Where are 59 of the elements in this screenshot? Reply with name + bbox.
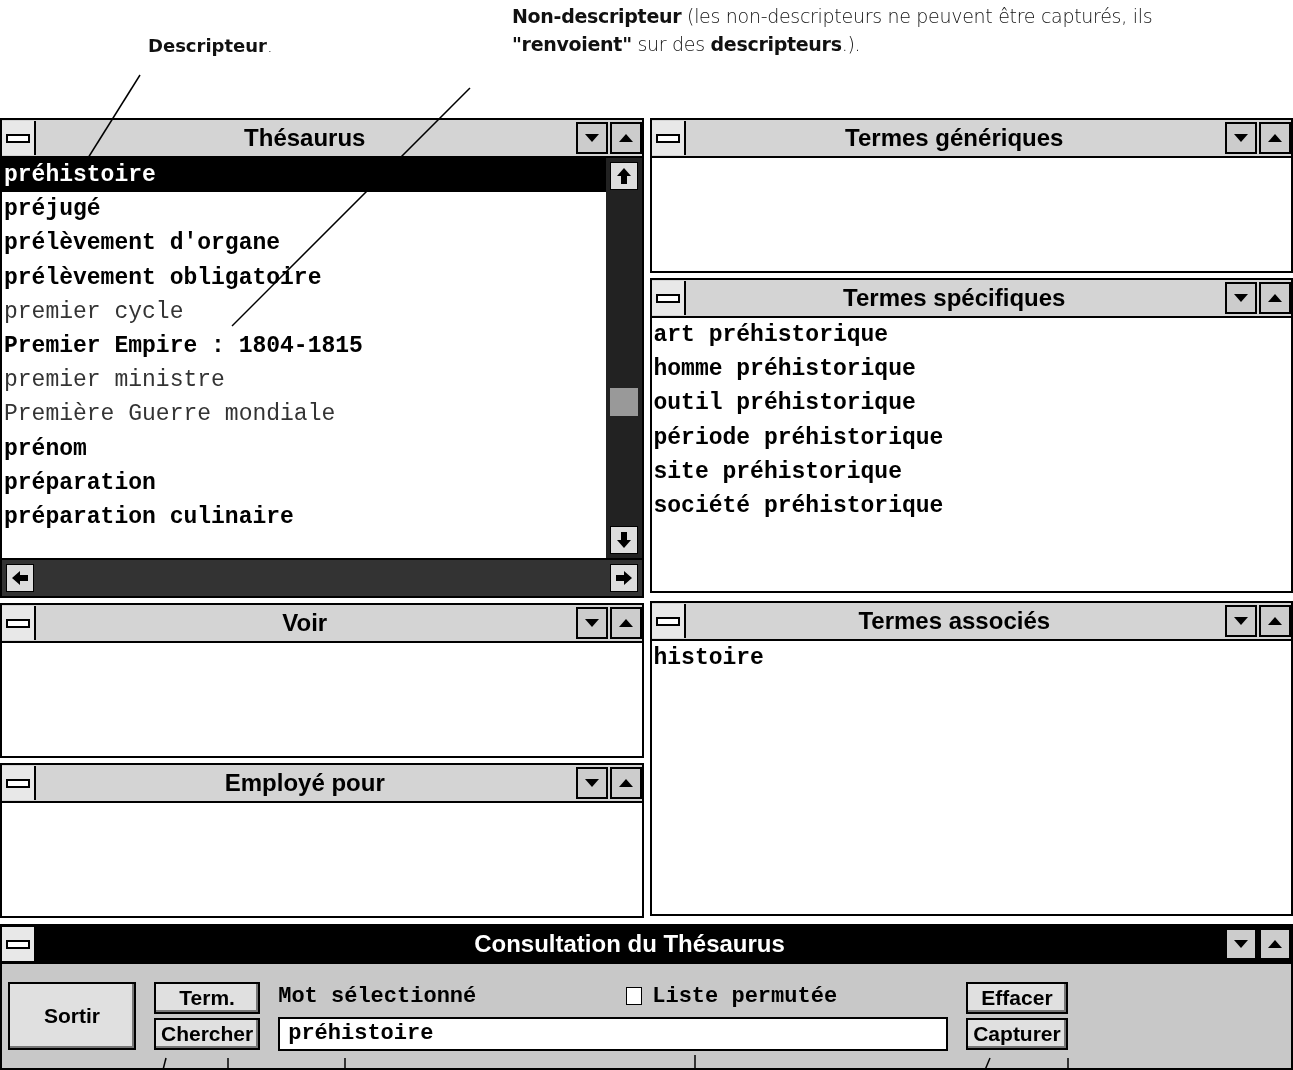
window-title: Termes associés — [857, 607, 1052, 635]
minimize-icon[interactable] — [575, 122, 608, 154]
maximize-icon[interactable] — [1259, 282, 1291, 314]
permuted-list-checkbox[interactable] — [626, 987, 643, 1005]
system-menu-icon[interactable] — [2, 121, 36, 155]
selected-word-field[interactable]: préhistoire — [278, 1017, 949, 1051]
term-item[interactable]: société préhistorique — [651, 489, 1291, 524]
thesaurus-term[interactable]: préhistoire — [2, 158, 606, 193]
clear-button[interactable]: Effacer — [966, 982, 1068, 1014]
thesaurus-term[interactable]: préjugé — [2, 192, 606, 227]
term-item[interactable]: homme préhistorique — [651, 352, 1291, 387]
thesaurus-term[interactable]: préparation culinaire — [2, 500, 606, 535]
term-item[interactable]: période préhistorique — [651, 420, 1291, 455]
thesaurus-term[interactable]: prénom — [2, 431, 606, 466]
selected-word-label: Mot sélectionné — [278, 983, 477, 1009]
window-title: Consultation du Thésaurus — [473, 930, 786, 958]
thesaurus-term[interactable]: Premier Empire : 1804-1815 — [2, 329, 606, 364]
scrollbar-thumb[interactable] — [609, 388, 638, 416]
window-title: Employé pour — [223, 769, 386, 797]
maximize-icon[interactable] — [609, 767, 642, 799]
term-button[interactable]: Term. — [154, 982, 261, 1014]
capture-button[interactable]: Capturer — [966, 1018, 1068, 1050]
system-menu-icon[interactable] — [651, 121, 686, 155]
maximize-icon[interactable] — [609, 122, 642, 154]
term-item[interactable]: outil préhistorique — [651, 386, 1291, 421]
vertical-scrollbar[interactable] — [605, 158, 642, 558]
system-menu-icon[interactable] — [2, 766, 36, 800]
term-item[interactable]: site préhistorique — [651, 454, 1291, 489]
permuted-list-label: Liste permutée — [652, 983, 838, 1009]
system-menu-icon[interactable] — [2, 927, 36, 961]
maximize-icon[interactable] — [1259, 928, 1291, 960]
maximize-icon[interactable] — [609, 607, 642, 639]
minimize-icon[interactable] — [1225, 605, 1257, 637]
term-item[interactable]: art préhistorique — [651, 318, 1291, 353]
search-button[interactable]: Chercher — [154, 1018, 261, 1050]
horizontal-scrollbar[interactable] — [2, 558, 642, 596]
system-menu-icon[interactable] — [651, 604, 686, 638]
term-item[interactable]: histoire — [651, 641, 1291, 676]
system-menu-icon[interactable] — [2, 606, 36, 640]
thesaurus-term[interactable]: prélèvement d'organe — [2, 226, 606, 261]
thesaurus-term[interactable]: Première Guerre mondiale — [2, 397, 606, 432]
maximize-icon[interactable] — [1259, 605, 1291, 637]
window-title: Termes génériques — [844, 124, 1065, 152]
maximize-icon[interactable] — [1259, 122, 1291, 154]
system-menu-icon[interactable] — [651, 281, 686, 315]
minimize-icon[interactable] — [575, 607, 608, 639]
window-title: Voir — [281, 609, 329, 637]
non-descriptor-caption: Non-descripteur (les non-descripteurs ne peuvent être capturés, ils "renvoient" sur des descripteurs.). — [512, 4, 1154, 57]
minimize-icon[interactable] — [1225, 282, 1257, 314]
window-title: Thésaurus — [243, 124, 367, 152]
thesaurus-term[interactable]: premier ministre — [2, 363, 606, 398]
thesaurus-term[interactable]: préparation — [2, 465, 606, 501]
minimize-icon[interactable] — [1225, 928, 1257, 960]
descriptor-caption: Descripteur. — [148, 34, 273, 58]
minimize-icon[interactable] — [1225, 122, 1257, 154]
window-title: Termes spécifiques — [842, 284, 1067, 312]
minimize-icon[interactable] — [575, 767, 608, 799]
thesaurus-term[interactable]: premier cycle — [2, 294, 606, 329]
quit-button[interactable]: Sortir — [8, 982, 136, 1050]
